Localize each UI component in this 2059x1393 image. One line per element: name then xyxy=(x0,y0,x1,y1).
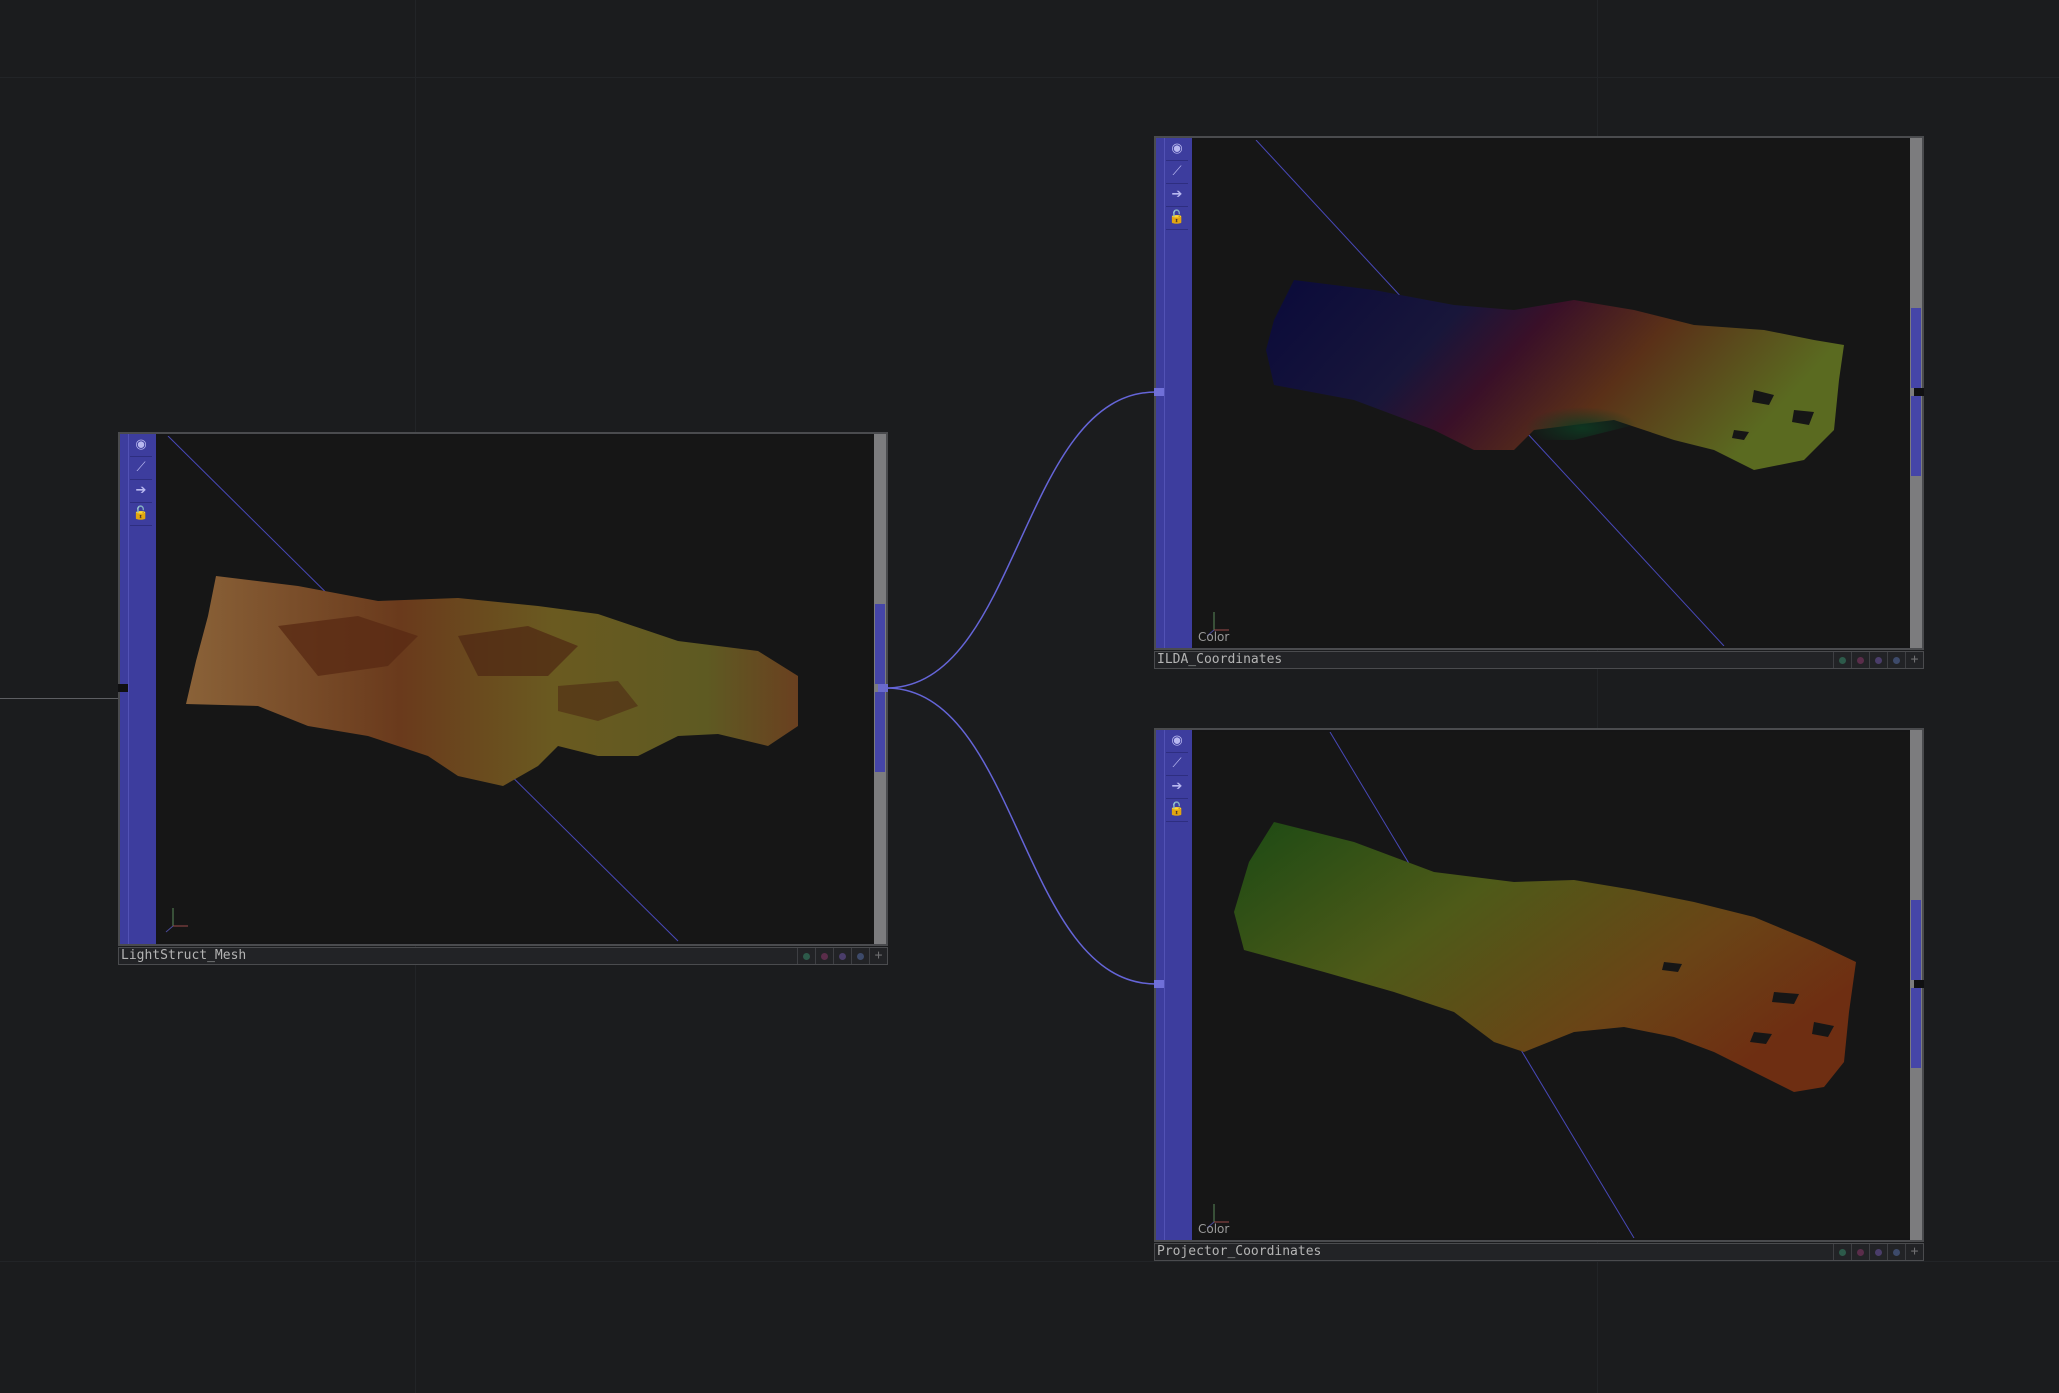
add-icon[interactable]: + xyxy=(1905,652,1923,668)
node-name: Projector_Coordinates xyxy=(1157,1244,1322,1259)
add-icon[interactable]: + xyxy=(869,948,887,964)
add-icon[interactable]: + xyxy=(1905,1244,1923,1260)
output-tab[interactable] xyxy=(1911,900,1921,980)
status-dot[interactable] xyxy=(1887,1244,1905,1260)
output-port[interactable] xyxy=(878,684,888,692)
node-status-dots: + xyxy=(1833,1244,1923,1260)
lock-icon[interactable]: 🔓 xyxy=(130,503,152,526)
output-port[interactable] xyxy=(1914,388,1924,396)
viewer-active-icon[interactable]: ◉ xyxy=(1166,730,1188,753)
input-port[interactable] xyxy=(118,684,128,692)
node-status-dots: + xyxy=(797,948,887,964)
output-tab[interactable] xyxy=(875,692,885,772)
flag-strip-line xyxy=(128,434,129,944)
status-dot[interactable] xyxy=(1869,1244,1887,1260)
status-dot[interactable] xyxy=(1851,652,1869,668)
bypass-icon[interactable]: ⟋ xyxy=(1166,753,1188,776)
node-viewer[interactable]: Color xyxy=(1194,732,1910,1238)
display-icon[interactable]: ➔ xyxy=(130,480,152,503)
status-dot[interactable] xyxy=(815,948,833,964)
node-name-bar[interactable]: ILDA_Coordinates + xyxy=(1154,651,1924,669)
flag-strip-line xyxy=(1164,730,1165,1240)
flag-strip-line xyxy=(1164,138,1165,648)
mesh-preview xyxy=(1206,140,1844,646)
viewer-active-icon[interactable]: ◉ xyxy=(1166,138,1188,161)
viewer-label: Color xyxy=(1198,630,1230,644)
status-dot[interactable] xyxy=(833,948,851,964)
node-projector-coordinates[interactable]: ◉ ⟋ ➔ 🔓 Color Projector_Coordinates + xyxy=(1154,728,1924,1261)
node-viewer[interactable]: Color xyxy=(1194,140,1910,646)
display-icon[interactable]: ➔ xyxy=(1166,184,1188,207)
status-dot[interactable] xyxy=(1833,1244,1851,1260)
status-dot[interactable] xyxy=(797,948,815,964)
output-tab[interactable] xyxy=(1911,396,1921,476)
node-name: ILDA_Coordinates xyxy=(1157,652,1283,667)
wire-to-projector xyxy=(885,687,1157,985)
lock-icon[interactable]: 🔓 xyxy=(1166,799,1188,822)
node-frame: ◉ ⟋ ➔ 🔓 xyxy=(1154,136,1924,650)
output-tab[interactable] xyxy=(1911,308,1921,388)
node-ilda-coordinates[interactable]: ◉ ⟋ ➔ 🔓 Color ILDA_Coordinates + xyxy=(1154,136,1924,669)
mesh-preview xyxy=(1206,732,1856,1238)
bypass-icon[interactable]: ⟋ xyxy=(130,457,152,480)
status-dot[interactable] xyxy=(1851,1244,1869,1260)
node-frame: ◉ ⟋ ➔ 🔓 xyxy=(118,432,888,946)
viewer-label: Color xyxy=(1198,1222,1230,1236)
node-lightstruct-mesh[interactable]: ◉ ⟋ ➔ 🔓 LightStruct_Mesh + xyxy=(118,432,888,965)
wire-to-ilda xyxy=(885,391,1157,689)
node-viewer[interactable] xyxy=(158,436,874,942)
node-name: LightStruct_Mesh xyxy=(121,948,247,963)
output-port[interactable] xyxy=(1914,980,1924,988)
output-tab[interactable] xyxy=(1911,988,1921,1068)
input-port[interactable] xyxy=(1154,388,1164,396)
viewer-active-icon[interactable]: ◉ xyxy=(130,434,152,457)
node-name-bar[interactable]: LightStruct_Mesh + xyxy=(118,947,888,965)
status-dot[interactable] xyxy=(1869,652,1887,668)
status-dot[interactable] xyxy=(1887,652,1905,668)
lock-icon[interactable]: 🔓 xyxy=(1166,207,1188,230)
node-frame: ◉ ⟋ ➔ 🔓 xyxy=(1154,728,1924,1242)
bypass-icon[interactable]: ⟋ xyxy=(1166,161,1188,184)
status-dot[interactable] xyxy=(1833,652,1851,668)
input-port[interactable] xyxy=(1154,980,1164,988)
node-name-bar[interactable]: Projector_Coordinates + xyxy=(1154,1243,1924,1261)
output-tab[interactable] xyxy=(875,604,885,684)
mesh-preview xyxy=(165,436,798,942)
display-icon[interactable]: ➔ xyxy=(1166,776,1188,799)
status-dot[interactable] xyxy=(851,948,869,964)
node-status-dots: + xyxy=(1833,652,1923,668)
